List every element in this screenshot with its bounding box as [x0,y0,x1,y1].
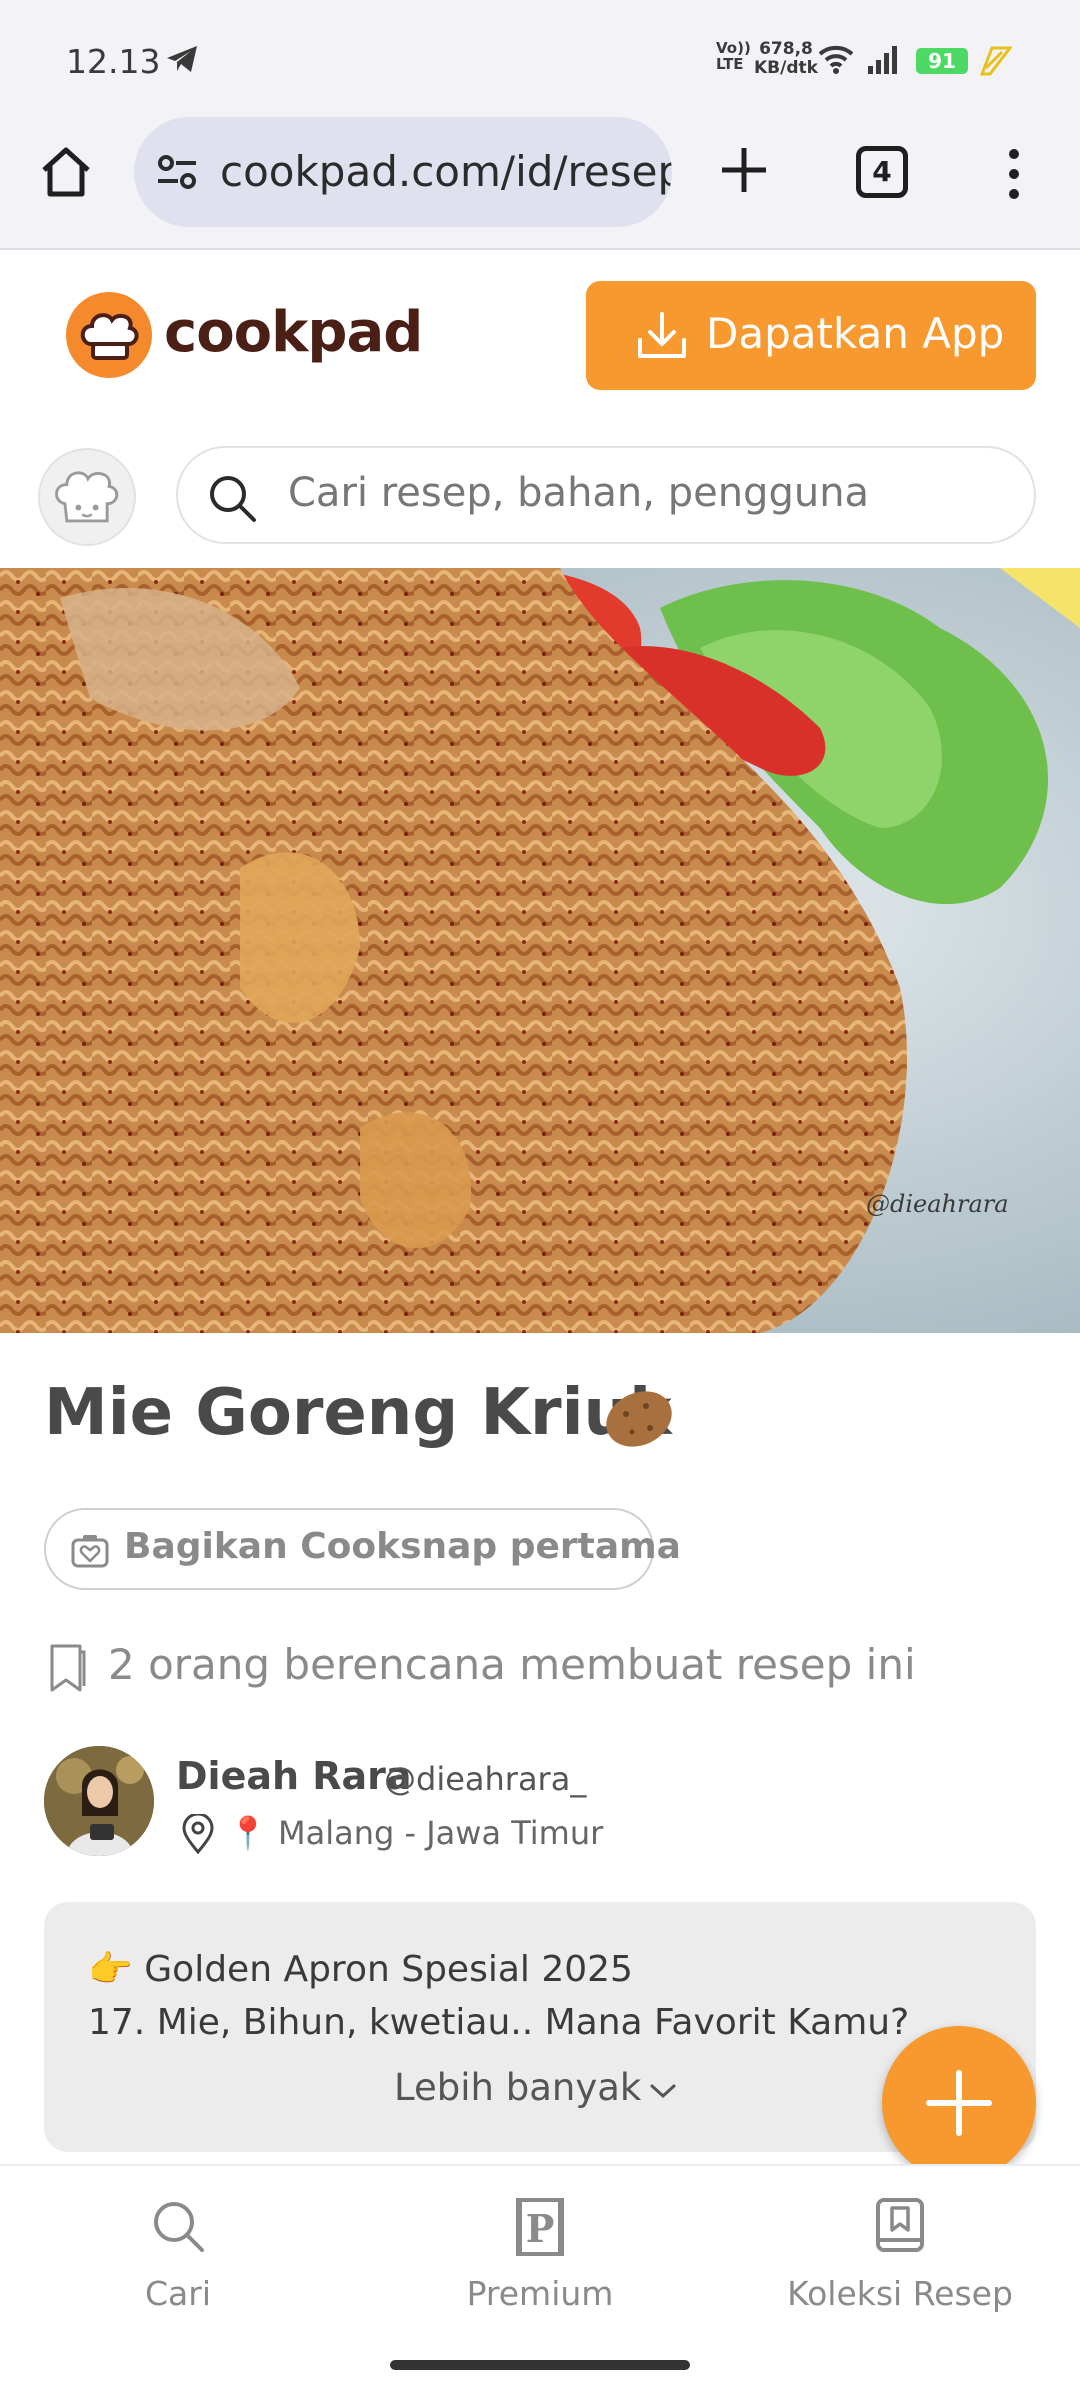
recipe-title: Mie Goreng Kriuk [44,1376,672,1450]
plus-icon [926,2070,992,2136]
bookmark-icon [50,1644,86,1692]
tab-switcher-button[interactable]: 4 [856,146,908,198]
nav-item-search[interactable]: Cari [28,2196,328,2326]
status-time: 12.13 [66,42,161,81]
nav-label-premium: Premium [466,2274,614,2313]
photo-watermark: @dieahrara [866,1190,1009,1218]
search-input[interactable]: Cari resep, bahan, pengguna [176,446,1036,544]
download-icon [638,312,686,358]
telegram-icon [167,46,197,72]
home-icon[interactable] [36,142,96,202]
speed-value: 678,8 [759,39,813,59]
nav-label-collection: Koleksi Resep [787,2274,1013,2313]
cook-plan-count: 2 orang berencana membuat resep ini [108,1640,916,1689]
get-app-label: Dapatkan App [706,309,1005,358]
chevron-down-icon[interactable] [648,2080,678,2102]
nav-item-collection[interactable]: Koleksi Resep [750,2196,1050,2326]
battery-level: 91 [916,48,968,74]
site-settings-icon[interactable] [156,153,198,191]
author-name[interactable]: Dieah Rara [176,1754,412,1798]
more-menu-icon[interactable] [996,146,1032,202]
author-location: 📍 Malang - Jawa Timur [228,1814,604,1852]
url-text: cookpad.com/id/resep [220,147,672,196]
logo-text: cookpad [164,300,423,365]
camera-heart-icon [71,1535,109,1568]
wifi-icon [818,45,854,74]
new-tab-icon[interactable] [716,142,772,198]
speed-unit: KB/dtk [754,58,818,78]
potato-emoji-icon [606,1391,672,1447]
story-line-2: 17. Mie, Bihun, kwetiau.. Mana Favorit K… [88,2002,910,2043]
nav-label-search: Cari [145,2274,211,2313]
signal-icon [868,46,897,74]
author-handle: @dieahrara_ [384,1760,587,1798]
network-type: Vo)) LTE [716,39,751,73]
share-cooksnap-button[interactable]: Bagikan Cooksnap pertama [44,1508,681,1590]
status-bar: 12.13 Vo)) LTE 678,8 KB/dtk 91 [0,0,1080,110]
get-app-button[interactable]: Dapatkan App [586,281,1036,390]
nav-item-premium[interactable]: P Premium [390,2196,690,2326]
story-line-1: 👉 Golden Apron Spesial 2025 [88,1949,633,1990]
svg-text:P: P [526,2206,555,2251]
chef-hat-logo-icon [66,292,152,378]
location-pin-icon [182,1814,214,1854]
search-icon [210,476,256,522]
cooksnap-label: Bagikan Cooksnap pertama [124,1526,681,1567]
cookpad-logo[interactable]: cookpad [66,292,423,378]
author-avatar[interactable] [44,1746,154,1856]
network-speed: 678,8 KB/dtk [754,40,818,78]
fried-noodle-photo [0,568,1080,1333]
gesture-home-indicator[interactable] [390,2360,690,2370]
recipe-photo: @dieahrara [0,568,1080,1333]
search-icon [154,2202,204,2252]
chef-face-icon [55,471,119,523]
browser-toolbar: cookpad.com/id/resep 4 [0,110,1080,250]
premium-icon: P [516,2198,564,2256]
search-placeholder: Cari resep, bahan, pengguna [288,470,870,516]
user-avatar[interactable] [38,448,136,546]
address-bar[interactable]: cookpad.com/id/resep [134,117,672,227]
collection-icon [876,2198,924,2252]
add-recipe-button[interactable] [882,2026,1036,2180]
show-more-link[interactable]: Lebih banyak [394,2066,641,2109]
charging-icon [979,46,1012,76]
